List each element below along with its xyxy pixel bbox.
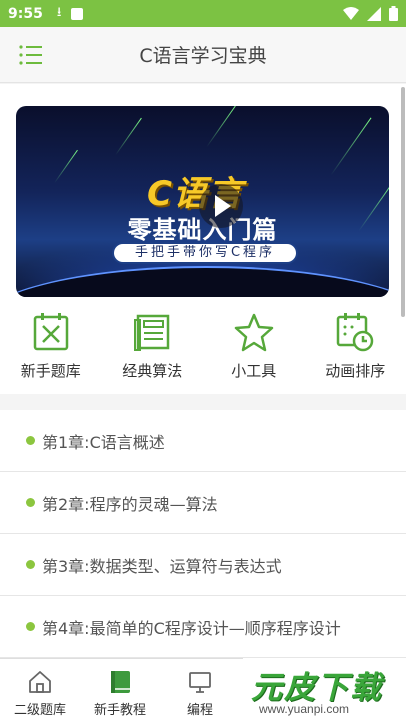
- watermark: 元皮下载 www.yuanpi.com: [243, 658, 406, 722]
- download-icon: ⭳: [56, 4, 62, 20]
- list-item[interactable]: 第3章:数据类型、运算符与表达式: [0, 534, 406, 596]
- bullet-dot: [26, 622, 35, 631]
- book-icon: [111, 671, 130, 693]
- menu-list-icon[interactable]: [18, 43, 44, 67]
- shortcut-label: 新手题库: [20, 362, 81, 380]
- exam-icon: [33, 313, 68, 351]
- nav-label: 编程: [186, 703, 213, 718]
- bullet-dot: [26, 498, 35, 507]
- wifi-icon: [343, 6, 359, 20]
- home-icon: [29, 671, 51, 693]
- watermark-text: 元皮下载: [251, 670, 383, 706]
- shortcut-tools[interactable]: 小工具: [203, 312, 305, 392]
- main-content[interactable]: C语言 零基础入门篇 手把手带你写C程序 新手题库 经典算法 小工具 动画排序 …: [0, 84, 406, 658]
- shortcut-exam[interactable]: 新手题库: [0, 312, 102, 392]
- watermark-url: www.yuanpi.com: [259, 702, 350, 716]
- chapter-title: 第3章:数据类型、运算符与表达式: [42, 556, 282, 576]
- banner-streak: [115, 117, 142, 156]
- top-card: C语言 零基础入门篇 手把手带你写C程序 新手题库 经典算法 小工具 动画排序: [0, 84, 406, 394]
- shortcut-label: 经典算法: [122, 362, 183, 380]
- banner-streak: [206, 106, 236, 148]
- list-item[interactable]: 第1章:C语言概述: [0, 410, 406, 472]
- chapter-title: 第2章:程序的灵魂—算法: [42, 494, 218, 514]
- calendar-clock-icon: [337, 313, 374, 352]
- banner-streak: [330, 117, 372, 176]
- shortcut-algorithm[interactable]: 经典算法: [102, 312, 204, 392]
- book-icon: [134, 314, 170, 351]
- nav-item-tutorial[interactable]: 新手教程: [80, 659, 160, 722]
- list-item[interactable]: 第2章:程序的灵魂—算法: [0, 472, 406, 534]
- shortcut-label: 动画排序: [325, 362, 386, 380]
- status-bar: 9:55 ⭳: [0, 0, 406, 27]
- shortcut-label: 小工具: [231, 362, 277, 380]
- notification-a-icon: [71, 7, 84, 20]
- star-icon: [234, 313, 273, 352]
- status-time: 9:55: [8, 5, 43, 22]
- play-button[interactable]: [199, 184, 243, 228]
- shortcut-grid: 新手题库 经典算法 小工具 动画排序: [0, 312, 406, 392]
- banner-subtitle: 手把手带你写C程序: [112, 242, 298, 264]
- nav-item-question-bank[interactable]: 二级题库: [0, 659, 80, 722]
- shortcut-sort-animation[interactable]: 动画排序: [305, 312, 406, 392]
- nav-label: 二级题库: [13, 703, 66, 718]
- chapter-title: 第1章:C语言概述: [42, 432, 165, 452]
- scrollbar[interactable]: [401, 87, 405, 317]
- nav-label: 新手教程: [93, 703, 146, 718]
- nav-item-programming[interactable]: 编程: [160, 659, 240, 722]
- page-title: C语言学习宝典: [139, 45, 267, 67]
- bullet-dot: [26, 560, 35, 569]
- app-bar: C语言学习宝典: [0, 27, 406, 83]
- bullet-dot: [26, 436, 35, 445]
- chapter-title: 第4章:最简单的C程序设计—顺序程序设计: [42, 618, 341, 638]
- monitor-icon: [189, 672, 211, 693]
- signal-icon: [367, 6, 381, 21]
- battery-icon: [389, 6, 398, 21]
- list-item[interactable]: 第4章:最简单的C程序设计—顺序程序设计: [0, 596, 406, 658]
- chapter-list: 第1章:C语言概述 第2章:程序的灵魂—算法 第3章:数据类型、运算符与表达式 …: [0, 410, 406, 658]
- banner-streak: [54, 149, 78, 184]
- video-banner[interactable]: C语言 零基础入门篇 手把手带你写C程序: [16, 106, 389, 297]
